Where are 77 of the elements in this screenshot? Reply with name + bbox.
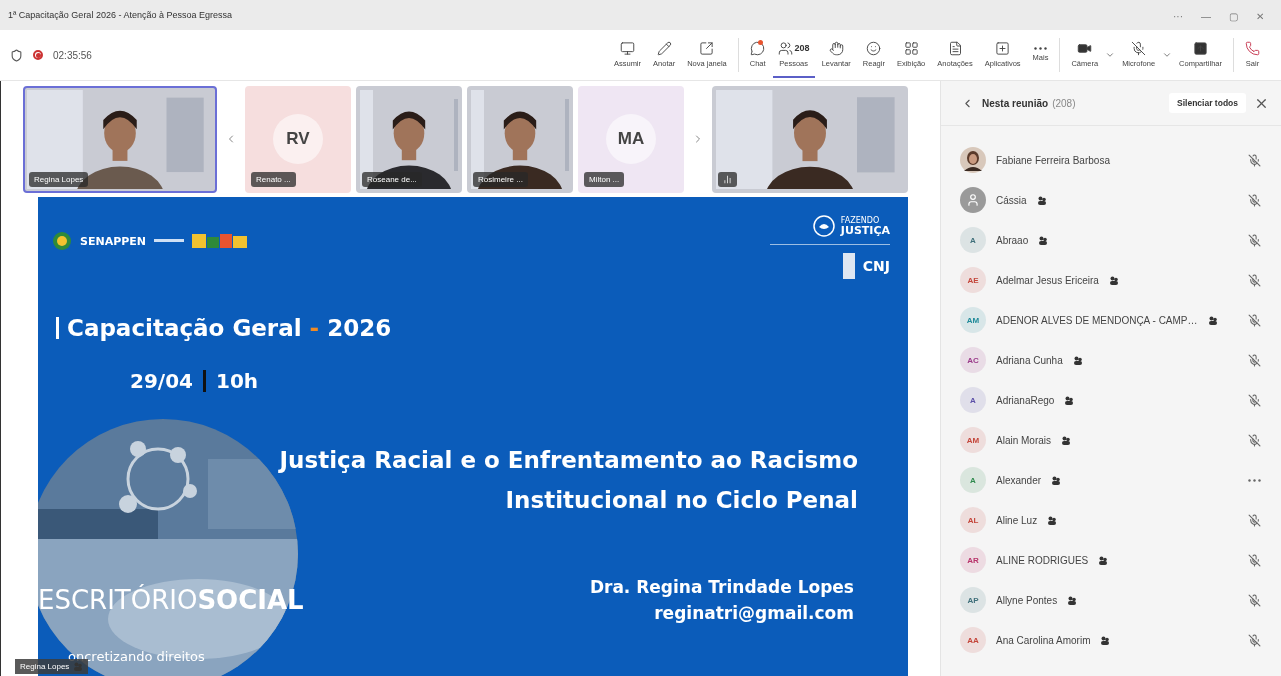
guest-icon bbox=[1108, 275, 1119, 285]
guest-icon bbox=[1067, 595, 1078, 605]
guest-icon bbox=[73, 662, 84, 671]
guest-icon bbox=[1061, 435, 1072, 445]
avatar-tile[interactable]: MA Milton ... bbox=[578, 85, 684, 193]
avatar-initials: AE bbox=[960, 267, 986, 293]
slide-title: Institucional no Ciclo Penal bbox=[505, 487, 858, 513]
slide-title: Justiça Racial e o Enfrentamento ao Racismo bbox=[279, 447, 858, 473]
heading-separator: - bbox=[309, 315, 320, 341]
more-icon[interactable] bbox=[1248, 478, 1261, 482]
meeting-timer: 02:35:56 bbox=[53, 49, 92, 61]
participant-name: Allyne Pontes bbox=[996, 594, 1058, 606]
logo-text: CNJ bbox=[862, 259, 890, 273]
avatar-initials: A bbox=[960, 467, 986, 493]
window-title: 1ª Capacitação Geral 2026 - Atenção à Pessoa Egressa bbox=[8, 10, 232, 20]
participant-name: Alexander bbox=[996, 474, 1042, 486]
logo-text: JUSTIÇA bbox=[840, 224, 890, 236]
avatar-initials: AC bbox=[960, 347, 986, 373]
chevron-down-icon[interactable] bbox=[1105, 50, 1116, 60]
participant-name: Adelmar Jesus Ericeira bbox=[996, 274, 1099, 286]
guest-icon bbox=[1098, 555, 1109, 565]
avatar-initials: RV bbox=[273, 114, 323, 164]
shield-icon bbox=[10, 48, 23, 62]
participant-name: Cássia bbox=[996, 194, 1027, 206]
participant-name: Adriana Cunha bbox=[996, 354, 1063, 366]
participant-name: ALINE RODRIGUES bbox=[996, 554, 1089, 566]
participant-name: Aline Luz bbox=[996, 514, 1038, 526]
window-control[interactable]: ▢ bbox=[1220, 11, 1247, 22]
participant-name: Ana Carolina Amorim bbox=[996, 634, 1091, 646]
participant-name: Abraao bbox=[996, 234, 1029, 246]
avatar-tile[interactable]: RV Renato ... bbox=[245, 85, 351, 193]
slide-time: 10h bbox=[215, 369, 259, 393]
video-tile[interactable]: Regina Lopes bbox=[23, 85, 217, 193]
avatar-initials: MA bbox=[606, 114, 656, 164]
hands-logo-icon bbox=[812, 215, 835, 237]
avatar-initials: A bbox=[960, 227, 986, 253]
guest-icon bbox=[1036, 195, 1047, 205]
video-tile[interactable]: Rosimeire ... bbox=[467, 85, 573, 193]
un-logo-icon bbox=[842, 253, 855, 279]
avatar-initials: AA bbox=[960, 627, 986, 653]
emblem-icon bbox=[52, 231, 72, 251]
avatar-initials: AM bbox=[960, 307, 986, 333]
guest-icon bbox=[1038, 235, 1049, 245]
badge-text: ESCRITÓRIO bbox=[38, 585, 198, 615]
participant-count: (208) bbox=[1052, 97, 1076, 109]
guest-icon bbox=[1072, 355, 1083, 365]
logo-text: FAZENDO bbox=[840, 216, 881, 225]
presenter-label: Regina Lopes bbox=[15, 659, 89, 674]
avatar-initials: AL bbox=[960, 507, 986, 533]
chevron-down-icon[interactable] bbox=[1162, 50, 1173, 60]
participant-name: Milton ... bbox=[584, 171, 625, 187]
video-tile[interactable]: Roseane de... bbox=[356, 85, 462, 193]
participant-name: Renato ... bbox=[251, 171, 296, 187]
guest-icon bbox=[1207, 315, 1218, 325]
window-control[interactable]: — bbox=[1192, 11, 1220, 22]
slide-heading: Capacitação Geral bbox=[67, 315, 302, 341]
guest-icon bbox=[1047, 515, 1058, 525]
avatar-initials: AM bbox=[960, 427, 986, 453]
participant-name: ADENOR ALVES DE MENDONÇA - CAMP… bbox=[996, 314, 1198, 326]
participant-name: AdrianaRego bbox=[996, 394, 1055, 406]
guest-icon bbox=[1100, 635, 1111, 645]
logo-text: SENAPPEN bbox=[80, 234, 146, 248]
mute-all-button[interactable]: Silenciar todos bbox=[1169, 93, 1246, 113]
slide-year: 2026 bbox=[327, 315, 392, 341]
speaker-email: reginatri@gmail.com bbox=[654, 603, 854, 623]
window-control[interactable]: ✕ bbox=[1247, 11, 1273, 22]
avatar-initials: AP bbox=[960, 587, 986, 613]
window-control[interactable]: ··· bbox=[1164, 11, 1192, 22]
participant-name: Fabiane Ferreira Barbosa bbox=[996, 154, 1110, 166]
guest-icon bbox=[1064, 395, 1075, 405]
avatar-initials: A bbox=[960, 387, 986, 413]
guest-icon bbox=[1051, 475, 1062, 485]
speaker-name: Dra. Regina Trindade Lopes bbox=[589, 577, 854, 597]
participant-name: Alain Morais bbox=[996, 434, 1052, 446]
panel-title: Nesta reunião bbox=[982, 97, 1049, 109]
avatar-initials: AR bbox=[960, 547, 986, 573]
slide-date: 29/04 bbox=[130, 369, 193, 393]
